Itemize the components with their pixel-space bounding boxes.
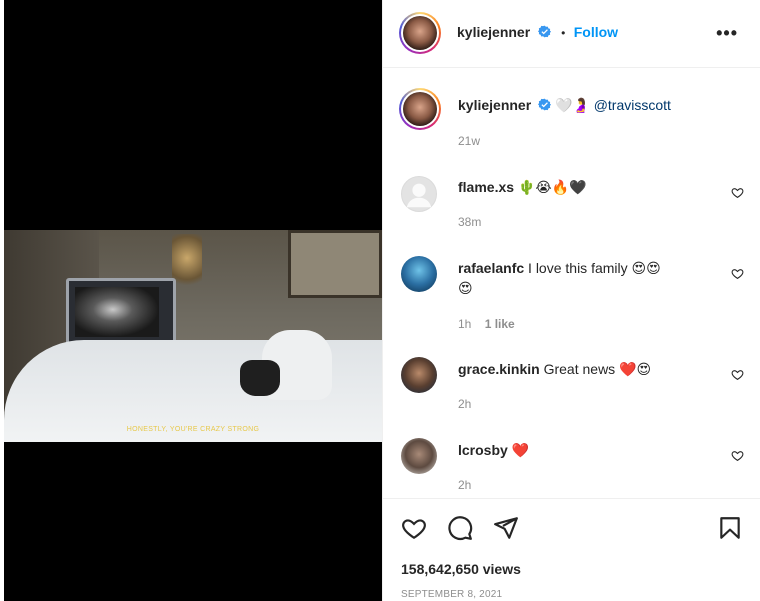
comment-time[interactable]: 1h: [458, 317, 471, 331]
person-hood: [240, 360, 280, 396]
comment-time[interactable]: 38m: [458, 215, 481, 229]
comment-username[interactable]: flame.xs: [458, 179, 514, 195]
caption-text: kyliejenner 🤍🤰 @travisscott: [458, 95, 671, 116]
comment-avatar[interactable]: [401, 438, 437, 474]
caption-avatar-image: [403, 92, 437, 126]
author-username[interactable]: kyliejenner: [457, 24, 530, 40]
post-date[interactable]: SEPTEMBER 8, 2021: [401, 589, 502, 600]
heart-icon[interactable]: [731, 267, 744, 280]
comment-username[interactable]: lcrosby: [458, 442, 508, 458]
comment-body: I love this family 😍😍: [528, 260, 661, 276]
comment-icon[interactable]: [447, 515, 473, 541]
post-media[interactable]: HONESTLY, YOU'RE CRAZY STRONG: [4, 0, 382, 601]
share-icon[interactable]: [493, 515, 519, 541]
verified-icon: [538, 98, 552, 111]
heart-icon[interactable]: [731, 368, 744, 381]
post-header: kyliejenner • Follow •••: [383, 0, 760, 68]
caption-emoji: 🤍🤰: [554, 98, 590, 114]
comment-meta: 1h 1 like: [458, 317, 515, 331]
heart-icon[interactable]: [731, 186, 744, 199]
ultrasound-monitor: [66, 278, 176, 346]
action-bar: 158,642,650 views SEPTEMBER 8, 2021: [383, 498, 760, 601]
ultrasound-image: [75, 287, 159, 337]
comment-time[interactable]: 2h: [458, 397, 471, 411]
video-frame[interactable]: HONESTLY, YOU'RE CRAZY STRONG: [4, 230, 382, 442]
verified-icon: [537, 25, 551, 38]
author-avatar[interactable]: [399, 12, 441, 54]
comment-username[interactable]: grace.kinkin: [458, 361, 540, 377]
comment-body: Great news ❤️😍: [543, 361, 652, 377]
caption-mention-link[interactable]: @travisscott: [594, 97, 671, 113]
comment-avatar[interactable]: [401, 176, 437, 212]
caption-time[interactable]: 21w: [458, 134, 480, 148]
post-side-panel: kyliejenner • Follow ••• kyliejenner 🤍🤰 …: [382, 0, 760, 601]
author-avatar-image: [403, 16, 437, 50]
comment-body: 🌵😭🔥🖤: [517, 180, 587, 196]
comment-text: lcrosby ❤️: [458, 440, 529, 460]
view-count[interactable]: 158,642,650 views: [401, 561, 521, 577]
header-line: kyliejenner • Follow: [457, 24, 618, 42]
separator-dot: •: [561, 26, 566, 40]
caption-username[interactable]: kyliejenner: [458, 97, 531, 113]
comment-avatar[interactable]: [401, 256, 437, 292]
default-avatar-icon: [406, 183, 432, 208]
caption-avatar[interactable]: [399, 88, 441, 130]
wall-lamp: [172, 234, 202, 294]
heart-icon[interactable]: [731, 449, 744, 462]
like-heart-icon[interactable]: [401, 515, 427, 541]
wall-picture: [288, 230, 382, 298]
comment-text: grace.kinkin Great news ❤️😍: [458, 359, 651, 379]
comment-text: flame.xs 🌵😭🔥🖤: [458, 177, 587, 198]
bookmark-icon[interactable]: [717, 515, 743, 541]
comment-body-continued: 😍: [458, 281, 473, 297]
comment-time[interactable]: 2h: [458, 478, 471, 492]
comment-avatar[interactable]: [401, 357, 437, 393]
more-icon[interactable]: •••: [716, 24, 738, 42]
follow-button[interactable]: Follow: [574, 24, 618, 40]
comment-body: ❤️: [511, 442, 530, 458]
comment-likes[interactable]: 1 like: [485, 317, 515, 331]
comment-text: rafaelanfc I love this family 😍😍 😍: [458, 258, 688, 299]
video-subtitle: HONESTLY, YOU'RE CRAZY STRONG: [126, 426, 260, 433]
comment-username[interactable]: rafaelanfc: [458, 260, 524, 276]
